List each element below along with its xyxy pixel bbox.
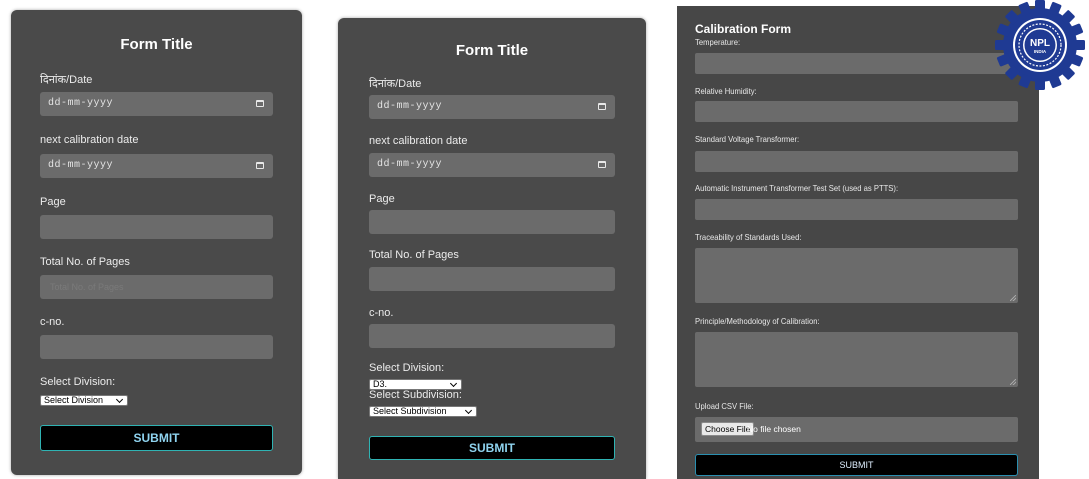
resize-handle-icon[interactable] <box>1010 295 1016 301</box>
total-pages-input[interactable] <box>369 267 615 291</box>
cno-label: c-no. <box>369 307 394 319</box>
traceability-label: Traceability of Standards Used: <box>695 232 802 242</box>
calibration-form-panel: Calibration Form Temperature: Relative H… <box>677 6 1039 479</box>
page-input[interactable] <box>369 210 615 234</box>
next-calibration-value: dd-mm-yyyy <box>377 159 443 170</box>
calendar-icon[interactable] <box>598 103 606 110</box>
svt-label: Standard Voltage Transformer: <box>695 134 800 144</box>
humidity-label: Relative Humidity: <box>695 86 757 96</box>
gear-tooth <box>1035 0 1045 12</box>
temperature-label: Temperature: <box>695 37 741 47</box>
svt-input[interactable] <box>695 151 1018 172</box>
division-label: Select Division: <box>40 376 116 388</box>
form-title: Form Title <box>120 36 193 53</box>
logo-subtext: INDIA <box>1034 49 1047 54</box>
resize-handle-icon[interactable] <box>1010 379 1016 385</box>
file-input[interactable]: Choose File No file chosen <box>695 417 1018 442</box>
total-pages-label: Total No. of Pages <box>40 256 130 268</box>
division-label: Select Division: <box>369 362 445 374</box>
page-input[interactable] <box>40 215 273 239</box>
calendar-icon[interactable] <box>598 161 606 168</box>
next-calibration-label: next calibration date <box>40 134 139 146</box>
npl-logo: NPL INDIA <box>995 0 1085 90</box>
submit-button[interactable]: SUBMIT <box>695 454 1018 476</box>
upload-label: Upload CSV File: <box>695 401 754 411</box>
logo-text: NPL <box>1030 38 1050 49</box>
page-label: Page <box>369 193 395 205</box>
no-file-text: No file chosen <box>747 424 801 434</box>
date-label: दिनांक/Date <box>369 78 422 90</box>
submit-button[interactable]: SUBMIT <box>369 436 615 460</box>
form-panel-1: Form Title दिनांक/Date dd-mm-yyyy next c… <box>11 10 302 475</box>
subdivision-label: Select Subdivision: <box>369 389 462 401</box>
next-calibration-value: dd-mm-yyyy <box>48 160 114 171</box>
chevron-down-icon <box>449 379 458 388</box>
gear-tooth <box>1035 78 1045 90</box>
date-value: dd-mm-yyyy <box>377 101 443 112</box>
aitts-label: Automatic Instrument Transformer Test Se… <box>695 183 899 193</box>
cno-input[interactable] <box>369 324 615 348</box>
gear-tooth <box>1073 40 1085 50</box>
form-title: Form Title <box>455 42 529 59</box>
gear-tooth <box>995 40 1007 50</box>
calendar-icon[interactable] <box>256 100 264 107</box>
cno-label: c-no. <box>40 316 65 328</box>
aitts-input[interactable] <box>695 199 1018 220</box>
cno-input[interactable] <box>40 335 273 359</box>
calendar-icon[interactable] <box>256 162 264 169</box>
date-input[interactable]: dd-mm-yyyy <box>369 95 615 119</box>
calibration-form-title: Calibration Form <box>695 22 792 36</box>
next-calibration-input[interactable]: dd-mm-yyyy <box>40 154 273 178</box>
division-select-value: D3. <box>373 379 388 389</box>
next-calibration-label: next calibration date <box>369 135 468 147</box>
date-value: dd-mm-yyyy <box>48 98 114 109</box>
submit-button[interactable]: SUBMIT <box>40 425 273 451</box>
temperature-input[interactable] <box>695 53 1018 74</box>
subdivision-select[interactable]: Select Subdivision <box>369 406 477 417</box>
total-pages-input[interactable]: Total No. of Pages <box>40 275 273 299</box>
total-pages-label: Total No. of Pages <box>369 249 459 261</box>
division-select[interactable]: Select Division <box>40 395 128 406</box>
chevron-down-icon <box>464 406 473 415</box>
chevron-down-icon <box>115 395 124 404</box>
subdivision-select-value: Select Subdivision <box>373 406 447 416</box>
next-calibration-input[interactable]: dd-mm-yyyy <box>369 153 615 177</box>
principle-label: Principle/Methodology of Calibration: <box>695 316 820 326</box>
form-panel-2: Form Title दिनांक/Date dd-mm-yyyy next c… <box>338 18 646 479</box>
date-input[interactable]: dd-mm-yyyy <box>40 92 273 116</box>
traceability-textarea[interactable] <box>695 248 1018 303</box>
page-label: Page <box>40 196 66 208</box>
total-pages-placeholder: Total No. of Pages <box>50 282 124 292</box>
humidity-input[interactable] <box>695 101 1018 122</box>
date-label: दिनांक/Date <box>40 74 93 86</box>
principle-textarea[interactable] <box>695 332 1018 387</box>
division-select-value: Select Division <box>44 395 104 405</box>
